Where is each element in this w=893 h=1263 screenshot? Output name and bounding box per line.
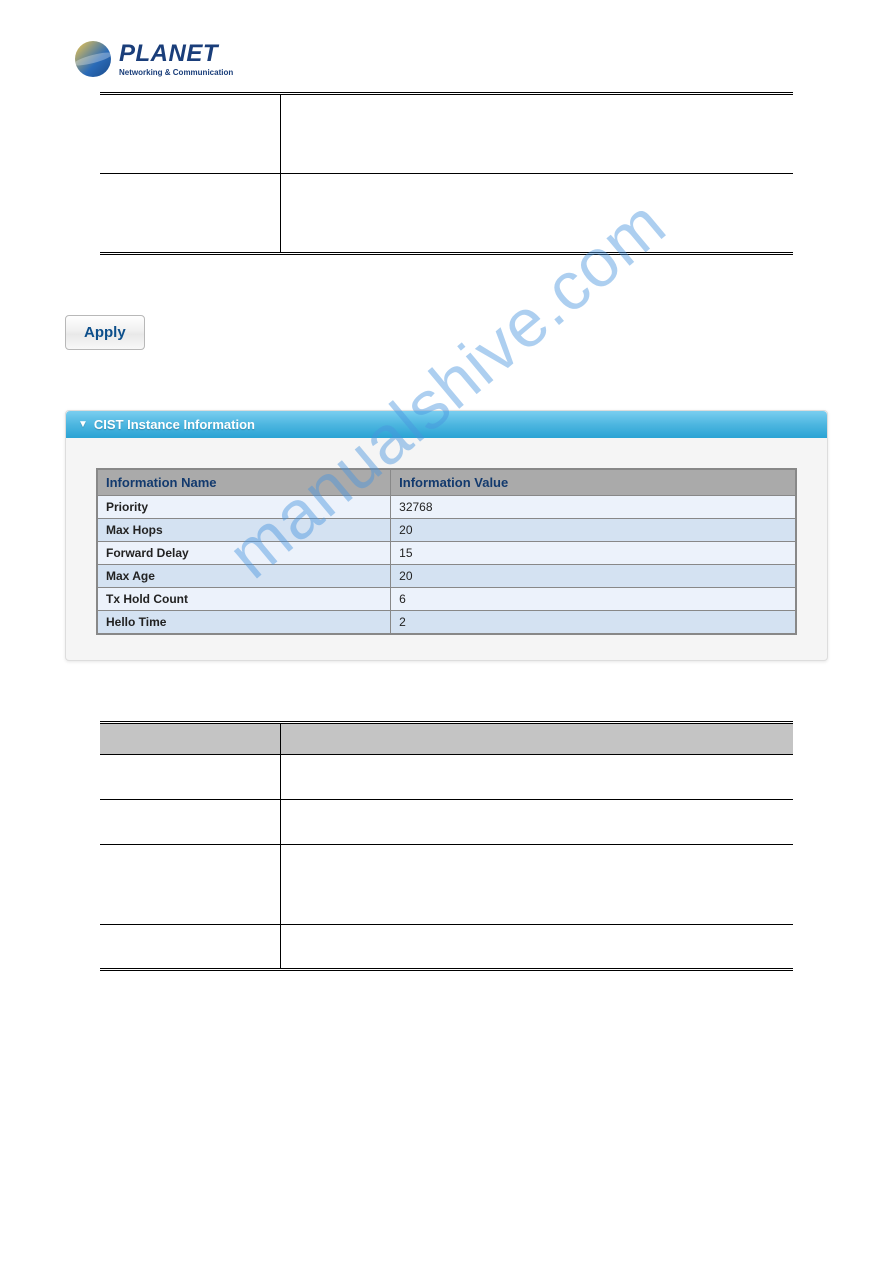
desc-cell	[280, 174, 793, 254]
logo-tagline: Networking & Communication	[119, 68, 233, 77]
header-cell	[100, 723, 280, 755]
header-name: Information Name	[98, 470, 391, 496]
logo-text: PLANET Networking & Communication	[119, 40, 233, 77]
param-cell	[100, 925, 280, 970]
table-row	[100, 925, 793, 970]
table-row	[100, 755, 793, 800]
info-name: Tx Hold Count	[98, 588, 391, 611]
top-parameter-table	[100, 92, 793, 255]
info-table: Information Name Information Value Prior…	[96, 468, 797, 635]
info-name: Max Hops	[98, 519, 391, 542]
info-value: 20	[391, 519, 796, 542]
description-table	[100, 721, 793, 971]
table-row: Forward Delay 15	[98, 542, 796, 565]
info-value: 32768	[391, 496, 796, 519]
info-name: Forward Delay	[98, 542, 391, 565]
header-cell	[280, 723, 793, 755]
table-row	[100, 845, 793, 925]
panel-header[interactable]: ▼ CIST Instance Information	[66, 411, 827, 438]
info-value: 15	[391, 542, 796, 565]
info-name: Max Age	[98, 565, 391, 588]
desc-cell	[280, 755, 793, 800]
param-cell	[100, 800, 280, 845]
logo-area: PLANET Networking & Communication	[75, 40, 863, 77]
logo-name: PLANET	[119, 40, 233, 68]
info-value: 20	[391, 565, 796, 588]
table-row: Tx Hold Count 6	[98, 588, 796, 611]
desc-cell	[280, 845, 793, 925]
info-name: Hello Time	[98, 611, 391, 634]
table-row	[100, 94, 793, 174]
header-value: Information Value	[391, 470, 796, 496]
panel-title: CIST Instance Information	[94, 417, 255, 432]
table-row	[100, 174, 793, 254]
table-row: Hello Time 2	[98, 611, 796, 634]
apply-button[interactable]: Apply	[65, 315, 145, 350]
param-cell	[100, 755, 280, 800]
globe-icon	[75, 41, 111, 77]
table-header-row	[100, 723, 793, 755]
desc-cell	[280, 94, 793, 174]
table-row	[100, 800, 793, 845]
table-row: Priority 32768	[98, 496, 796, 519]
info-value: 6	[391, 588, 796, 611]
table-header-row: Information Name Information Value	[98, 470, 796, 496]
desc-cell	[280, 800, 793, 845]
chevron-down-icon: ▼	[78, 419, 88, 430]
desc-cell	[280, 925, 793, 970]
table-row: Max Hops 20	[98, 519, 796, 542]
param-cell	[100, 174, 280, 254]
info-name: Priority	[98, 496, 391, 519]
info-value: 2	[391, 611, 796, 634]
param-cell	[100, 94, 280, 174]
param-cell	[100, 845, 280, 925]
cist-panel: ▼ CIST Instance Information Information …	[65, 410, 828, 661]
table-row: Max Age 20	[98, 565, 796, 588]
